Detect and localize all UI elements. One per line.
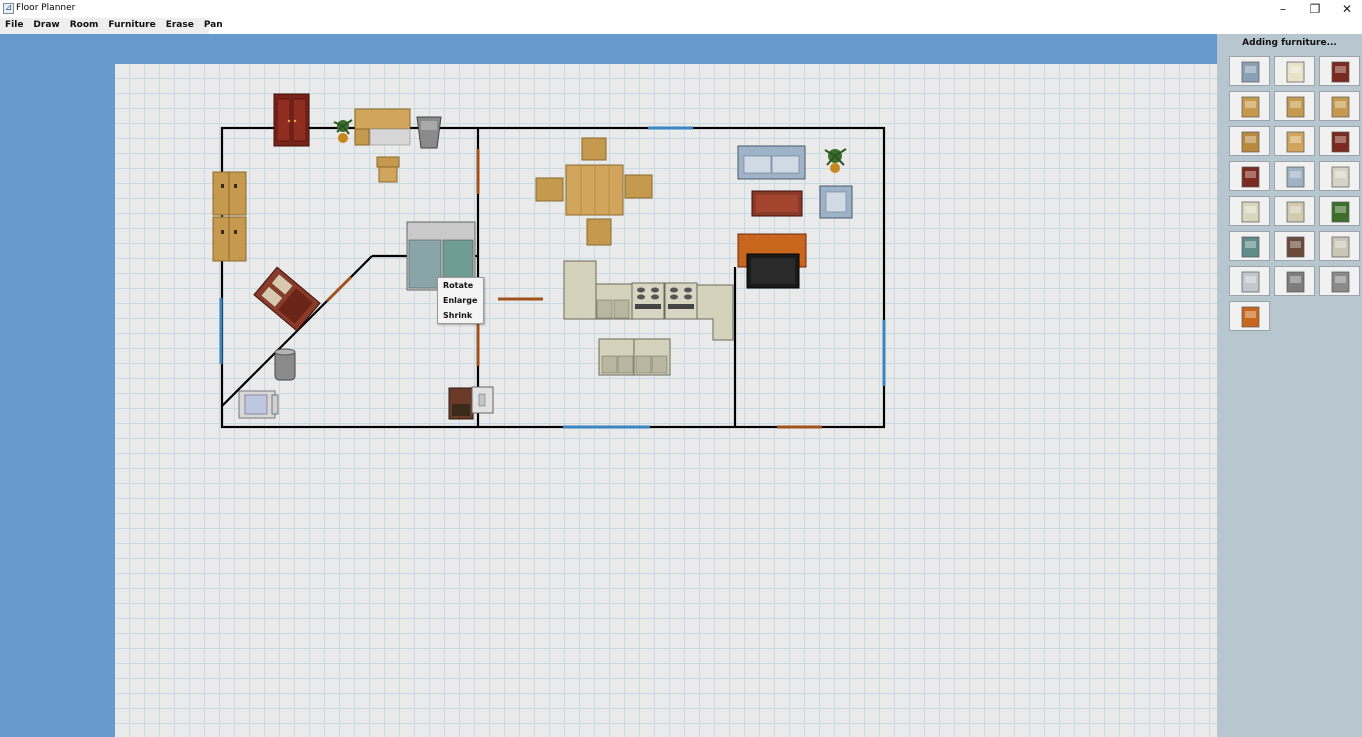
glass-door-fridge-icon <box>1241 236 1260 258</box>
palette-button-corner-counter[interactable] <box>1274 196 1315 226</box>
palette-button-wooden-chair[interactable] <box>1229 91 1270 121</box>
oven[interactable] <box>631 282 665 320</box>
palette-button-oven[interactable] <box>1319 231 1360 261</box>
wooden-chair[interactable] <box>624 174 653 199</box>
palette-button-counter[interactable] <box>1229 196 1270 226</box>
wooden-chair[interactable] <box>535 177 564 202</box>
stove[interactable] <box>448 387 474 420</box>
palette-button-glass-door-fridge[interactable] <box>1229 231 1270 261</box>
wooden-chair[interactable] <box>376 156 400 183</box>
title-bar: ⊿ Floor Planner – ❐ ✕ <box>0 0 1362 18</box>
cabinet-icon <box>1331 61 1350 83</box>
armchair[interactable] <box>819 185 853 219</box>
palette-button-nightstand[interactable] <box>1229 161 1270 191</box>
bin[interactable] <box>416 116 442 149</box>
plant-icon <box>1331 201 1350 223</box>
palette-button-cabinet[interactable] <box>1319 56 1360 86</box>
dresser-icon <box>1331 96 1350 118</box>
wardrobe-icon <box>1286 131 1305 153</box>
menu-bar: File Draw Room Furniture Erase Pan <box>0 18 1362 34</box>
tv-stand-icon <box>1241 306 1260 328</box>
menu-furniture[interactable]: Furniture <box>103 18 160 34</box>
corner-counter[interactable] <box>696 284 734 341</box>
toilet-icon <box>1286 61 1305 83</box>
palette-button-shower[interactable] <box>1319 161 1360 191</box>
oven-icon <box>1331 236 1350 258</box>
app-icon: ⊿ <box>3 3 14 14</box>
palette-button-trash-can[interactable] <box>1319 266 1360 296</box>
trash-can[interactable] <box>274 348 296 381</box>
wooden-chair[interactable] <box>581 137 607 161</box>
palette-button-fridge[interactable] <box>1274 161 1315 191</box>
menu-room[interactable]: Room <box>65 18 104 34</box>
shower-icon <box>1331 166 1350 188</box>
menu-draw[interactable]: Draw <box>28 18 64 34</box>
television[interactable] <box>746 253 800 289</box>
furniture-sidebar: Adding furniture... <box>1217 34 1362 737</box>
bed[interactable] <box>253 266 321 332</box>
potted-plant[interactable] <box>824 148 847 173</box>
counter-icon <box>1241 201 1260 223</box>
palette-button-armoire[interactable] <box>1319 126 1360 156</box>
bin-icon <box>1286 271 1305 293</box>
palette-button-dresser[interactable] <box>1319 91 1360 121</box>
bookshelf-icon <box>1241 131 1260 153</box>
bookshelf[interactable] <box>212 171 247 262</box>
floor-plan-canvas[interactable] <box>115 64 1217 737</box>
context-shrink[interactable]: Shrink <box>443 309 472 323</box>
floor-plan-drawing <box>212 93 886 429</box>
nightstand-icon <box>1241 166 1260 188</box>
office-chair[interactable] <box>238 390 279 419</box>
context-menu: Rotate Enlarge Shrink <box>437 277 484 324</box>
trash-can-icon <box>1331 271 1350 293</box>
palette-button-bookshelf[interactable] <box>1229 126 1270 156</box>
palette-button-toilet[interactable] <box>1274 56 1315 86</box>
sink-icon <box>1241 271 1260 293</box>
chair-icon <box>1241 61 1260 83</box>
menu-erase[interactable]: Erase <box>161 18 199 34</box>
palette-button-plant[interactable] <box>1319 196 1360 226</box>
potted-plant[interactable] <box>333 119 353 143</box>
fridge-icon <box>1286 166 1305 188</box>
corner-counter-icon <box>1286 201 1305 223</box>
sofa[interactable] <box>737 145 806 180</box>
palette-button-sink[interactable] <box>1229 266 1270 296</box>
palette-button-chair[interactable] <box>1229 56 1270 86</box>
desk-icon <box>1286 96 1305 118</box>
armoire-icon <box>1331 131 1350 153</box>
desk[interactable] <box>354 108 411 146</box>
door <box>325 275 353 303</box>
sink[interactable] <box>471 386 494 414</box>
sidebar-header: Adding furniture... <box>1242 38 1337 48</box>
palette-button-wardrobe[interactable] <box>1274 126 1315 156</box>
oven[interactable] <box>664 282 698 320</box>
menu-file[interactable]: File <box>0 18 28 34</box>
dining-table[interactable] <box>565 164 624 216</box>
window-title: Floor Planner <box>16 3 76 13</box>
context-rotate[interactable]: Rotate <box>443 279 473 293</box>
wooden-chair[interactable] <box>586 218 612 246</box>
context-enlarge[interactable]: Enlarge <box>443 294 477 308</box>
minimize-button[interactable]: – <box>1266 0 1300 18</box>
wooden-chair-icon <box>1241 96 1260 118</box>
kitchen-counter[interactable] <box>563 260 633 320</box>
kitchen-island[interactable] <box>598 338 671 376</box>
coffee-table[interactable] <box>751 190 803 217</box>
palette-button-stove[interactable] <box>1274 231 1315 261</box>
wardrobe[interactable] <box>273 93 310 147</box>
palette-button-tv-stand[interactable] <box>1229 301 1270 331</box>
close-button[interactable]: ✕ <box>1330 0 1362 18</box>
stove-icon <box>1286 236 1305 258</box>
palette-button-desk[interactable] <box>1274 91 1315 121</box>
menu-pan[interactable]: Pan <box>199 18 228 34</box>
restore-button[interactable]: ❐ <box>1298 0 1332 18</box>
palette-button-bin[interactable] <box>1274 266 1315 296</box>
